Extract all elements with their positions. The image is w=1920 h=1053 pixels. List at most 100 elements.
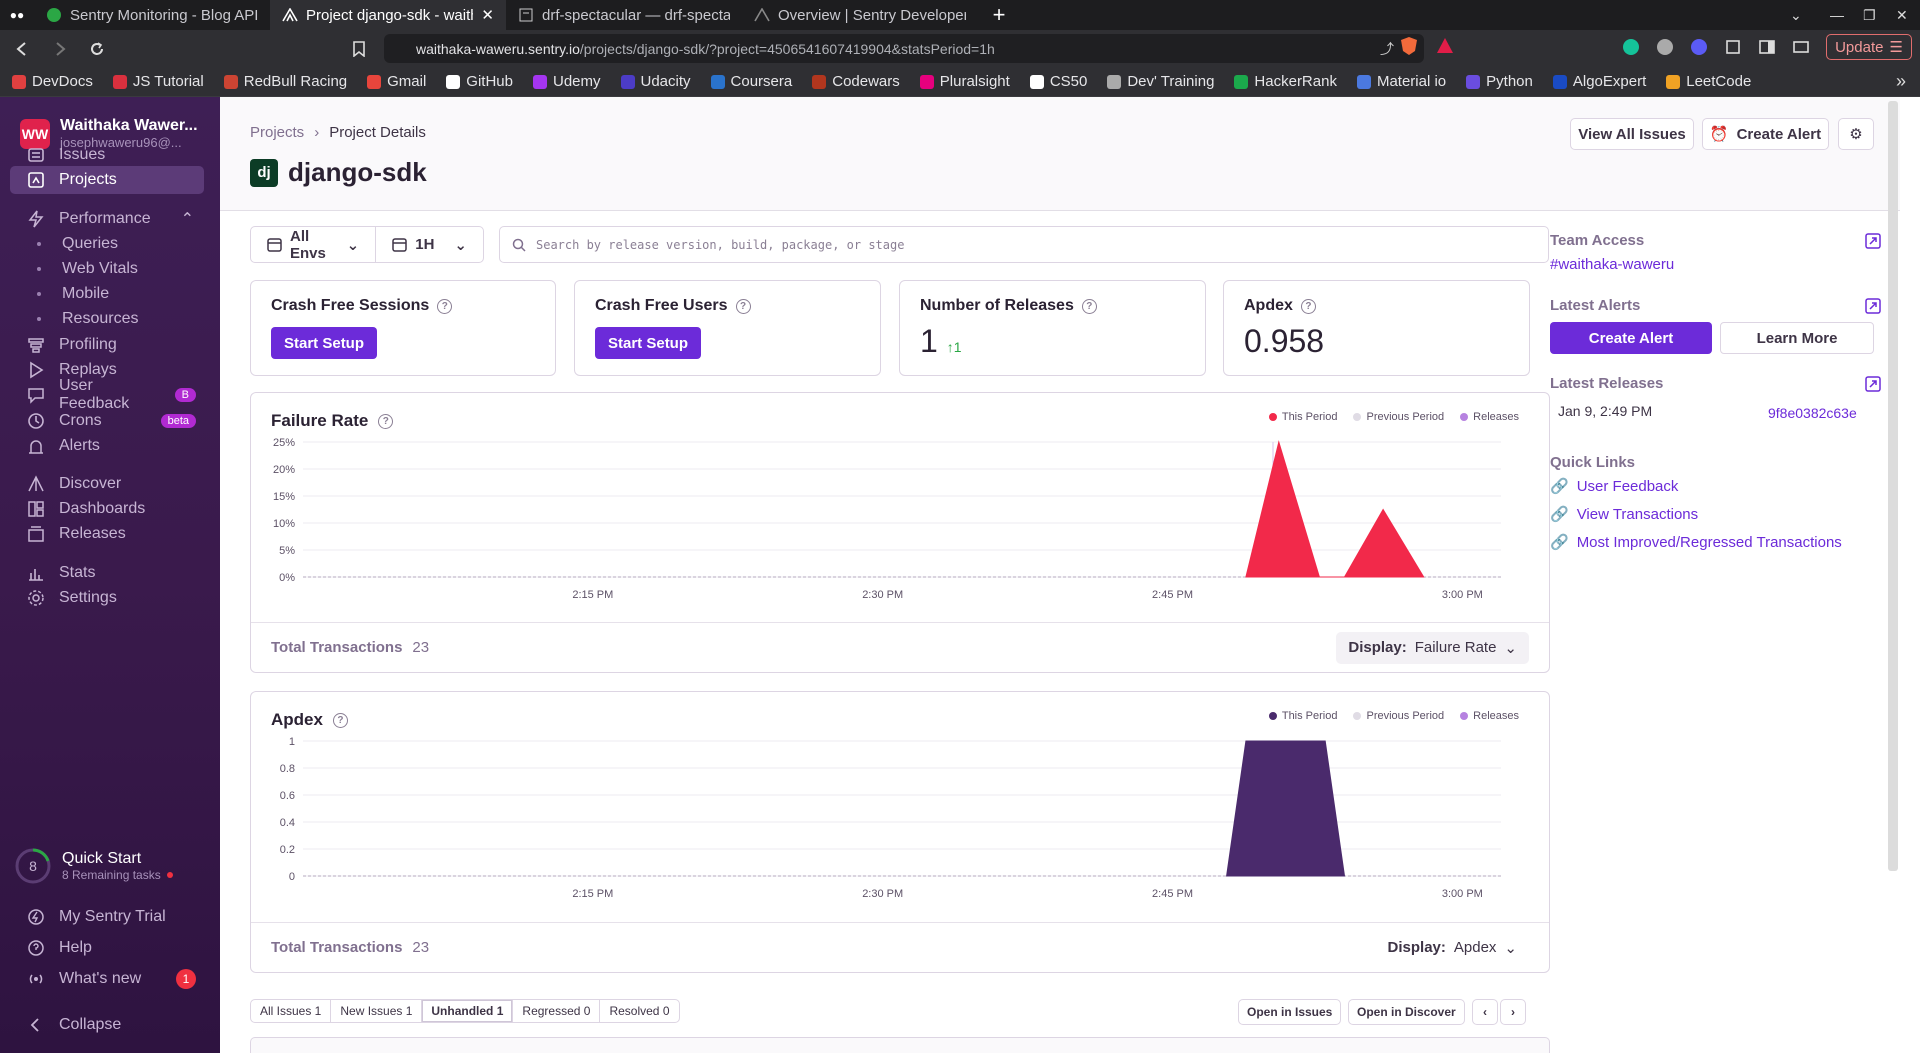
bookmark-item[interactable]: Python bbox=[1466, 73, 1533, 90]
wallet-icon[interactable] bbox=[1792, 38, 1810, 56]
bookmark-item[interactable]: DevDocs bbox=[12, 73, 93, 90]
open-in-discover-button[interactable]: Open in Discover bbox=[1348, 999, 1465, 1025]
legend-item[interactable]: Releases bbox=[1460, 710, 1519, 722]
extension-icon[interactable] bbox=[1690, 38, 1708, 56]
extensions-puzzle-icon[interactable] bbox=[1724, 38, 1742, 56]
minimize-icon[interactable]: — bbox=[1830, 0, 1844, 30]
sidebar-item-profiling[interactable]: Profiling bbox=[10, 331, 204, 359]
update-button[interactable]: Update ☰ bbox=[1826, 34, 1912, 60]
issue-filter-tab[interactable]: Unhandled 1 bbox=[422, 1000, 514, 1022]
bookmark-item[interactable]: Coursera bbox=[710, 73, 792, 90]
quick-start[interactable]: 8 Quick Start 8 Remaining tasks bbox=[14, 847, 173, 885]
sidebar-item-collapse[interactable]: Collapse bbox=[10, 1011, 204, 1039]
page-scrollbar[interactable] bbox=[1888, 101, 1898, 871]
help-question-icon[interactable]: ? bbox=[1081, 298, 1097, 314]
help-question-icon[interactable]: ? bbox=[735, 298, 751, 314]
bookmark-item[interactable]: RedBull Racing bbox=[223, 73, 347, 90]
close-window-icon[interactable]: ✕ bbox=[1896, 0, 1908, 30]
bookmark-item[interactable]: Dev' Training bbox=[1107, 73, 1214, 90]
legend-item[interactable]: Previous Period bbox=[1353, 411, 1444, 423]
open-external-icon[interactable] bbox=[1865, 298, 1881, 314]
legend-item[interactable]: Releases bbox=[1460, 411, 1519, 423]
bookmark-item[interactable]: JS Tutorial bbox=[112, 73, 204, 90]
legend-item[interactable]: Previous Period bbox=[1353, 710, 1444, 722]
bookmark-item[interactable]: Pluralsight bbox=[919, 73, 1010, 90]
sidebar-item-discover[interactable]: Discover bbox=[10, 470, 204, 498]
help-question-icon[interactable]: ? bbox=[332, 712, 348, 728]
bookmark-item[interactable]: Codewars bbox=[812, 73, 900, 90]
sidebar-item-projects[interactable]: Projects bbox=[10, 166, 204, 194]
maximize-icon[interactable]: ❐ bbox=[1863, 0, 1876, 30]
bookmark-item[interactable]: Gmail bbox=[367, 73, 426, 90]
next-page-button[interactable]: › bbox=[1500, 999, 1526, 1025]
bookmark-item[interactable]: LeetCode bbox=[1666, 73, 1751, 90]
release-version-link[interactable]: 9f8e0382c63e bbox=[1768, 405, 1857, 421]
help-question-icon[interactable]: ? bbox=[378, 413, 394, 429]
grammarly-icon[interactable] bbox=[1622, 38, 1640, 56]
bookmark-item[interactable]: HackerRank bbox=[1234, 73, 1337, 90]
issue-filter-tab[interactable]: Resolved 0 bbox=[600, 1000, 678, 1022]
release-search-input[interactable]: Search by release version, build, packag… bbox=[499, 226, 1549, 263]
breadcrumb-projects[interactable]: Projects bbox=[250, 124, 304, 141]
bookmark-icon[interactable] bbox=[346, 36, 372, 62]
extension-icon[interactable] bbox=[1656, 38, 1674, 56]
previous-page-button[interactable]: ‹ bbox=[1472, 999, 1498, 1025]
display-dropdown[interactable]: Display: Failure Rate ⌄ bbox=[1336, 631, 1529, 664]
sidebar-item-alerts[interactable]: Alerts bbox=[10, 432, 204, 460]
sidebar-item-mobile[interactable]: Mobile bbox=[10, 280, 204, 308]
period-selector[interactable]: 1H ⌄ bbox=[376, 227, 483, 262]
legend-item[interactable]: This Period bbox=[1268, 710, 1337, 722]
share-icon[interactable]: ⤴ bbox=[1380, 39, 1394, 59]
help-question-icon[interactable]: ? bbox=[437, 298, 453, 314]
tab-list-chevron-icon[interactable]: ⌄ bbox=[1790, 0, 1802, 30]
learn-more-button[interactable]: Learn More bbox=[1720, 322, 1874, 354]
bookmark-item[interactable]: AlgoExpert bbox=[1552, 73, 1646, 90]
reload-icon[interactable] bbox=[84, 36, 110, 62]
settings-button[interactable]: ⚙ bbox=[1838, 118, 1874, 150]
sidebar-item-crons[interactable]: Crons beta bbox=[10, 407, 204, 435]
sidebar-item-dashboards[interactable]: Dashboards bbox=[10, 495, 204, 523]
sidebar-item-resources[interactable]: Resources bbox=[10, 305, 204, 333]
start-setup-button[interactable]: Start Setup bbox=[595, 327, 702, 359]
issue-filter-tab[interactable]: New Issues 1 bbox=[331, 1000, 423, 1022]
sidebar-item-user-feedback[interactable]: User Feedback B bbox=[10, 377, 204, 412]
failure-rate-chart[interactable]: 25% 20% 15% 10% 5% 0% 2:15 PM 2:30 PM 2:45 PM 3:0… bbox=[251, 433, 1551, 613]
sidebar-item-queries[interactable]: Queries bbox=[10, 230, 204, 258]
open-in-issues-button[interactable]: Open in Issues bbox=[1238, 999, 1342, 1025]
back-icon[interactable] bbox=[8, 36, 34, 62]
browser-tab-active[interactable]: Project django-sdk - waithaka-waweru ✕ bbox=[270, 0, 506, 30]
new-tab-plus-icon[interactable]: + bbox=[986, 2, 1012, 28]
sidebar-toggle-icon[interactable] bbox=[1758, 38, 1776, 56]
team-link[interactable]: #waithaka-waweru bbox=[1550, 256, 1674, 273]
display-dropdown[interactable]: Display: Apdex ⌄ bbox=[1376, 932, 1529, 964]
open-external-icon[interactable] bbox=[1865, 233, 1881, 249]
bookmark-item[interactable]: GitHub bbox=[446, 73, 513, 90]
quick-link-improved-regressed[interactable]: 🔗 Most Improved/Regressed Transactions bbox=[1550, 533, 1842, 552]
chevron-up-icon[interactable]: ⌃ bbox=[181, 209, 194, 229]
browser-tab[interactable]: drf-spectacular — drf-spectacular bbox=[506, 0, 742, 30]
help-question-icon[interactable]: ? bbox=[1300, 298, 1316, 314]
create-alert-primary-button[interactable]: Create Alert bbox=[1550, 322, 1712, 354]
brave-rewards-icon[interactable] bbox=[1436, 37, 1454, 55]
sidebar-item-help[interactable]: Help bbox=[10, 934, 204, 962]
bookmarks-overflow-icon[interactable]: » bbox=[1896, 71, 1906, 92]
sidebar-item-performance[interactable]: Performance ⌃ bbox=[10, 205, 204, 233]
sidebar-item-issues[interactable]: Issues bbox=[10, 141, 204, 169]
quick-link-user-feedback[interactable]: 🔗 User Feedback bbox=[1550, 477, 1678, 496]
sidebar-item-my-sentry-trial[interactable]: My Sentry Trial bbox=[10, 903, 204, 931]
sidebar-item-settings[interactable]: Settings bbox=[10, 584, 204, 612]
sidebar-item-stats[interactable]: Stats bbox=[10, 559, 204, 587]
sidebar-item-what-s-new[interactable]: What's new 1 bbox=[10, 965, 204, 993]
quick-link-view-transactions[interactable]: 🔗 View Transactions bbox=[1550, 505, 1698, 524]
series-area[interactable] bbox=[1226, 740, 1346, 877]
browser-tab[interactable]: Sentry Monitoring - Blog API bbox=[34, 0, 270, 30]
apdex-chart[interactable]: 1 0.8 0.6 0.4 0.2 0 2:15 PM 2:30 PM 2:45 PM 3:00 … bbox=[251, 732, 1551, 912]
forward-icon[interactable] bbox=[48, 36, 74, 62]
bookmark-item[interactable]: Udacity bbox=[620, 73, 691, 90]
brave-shield-icon[interactable] bbox=[1400, 36, 1418, 56]
close-tab-icon[interactable]: ✕ bbox=[481, 6, 494, 24]
open-external-icon[interactable] bbox=[1865, 376, 1881, 392]
sidebar-item-releases[interactable]: Releases bbox=[10, 520, 204, 548]
issue-filter-tab[interactable]: Regressed 0 bbox=[513, 1000, 601, 1022]
bookmark-item[interactable]: Material io bbox=[1356, 73, 1446, 90]
